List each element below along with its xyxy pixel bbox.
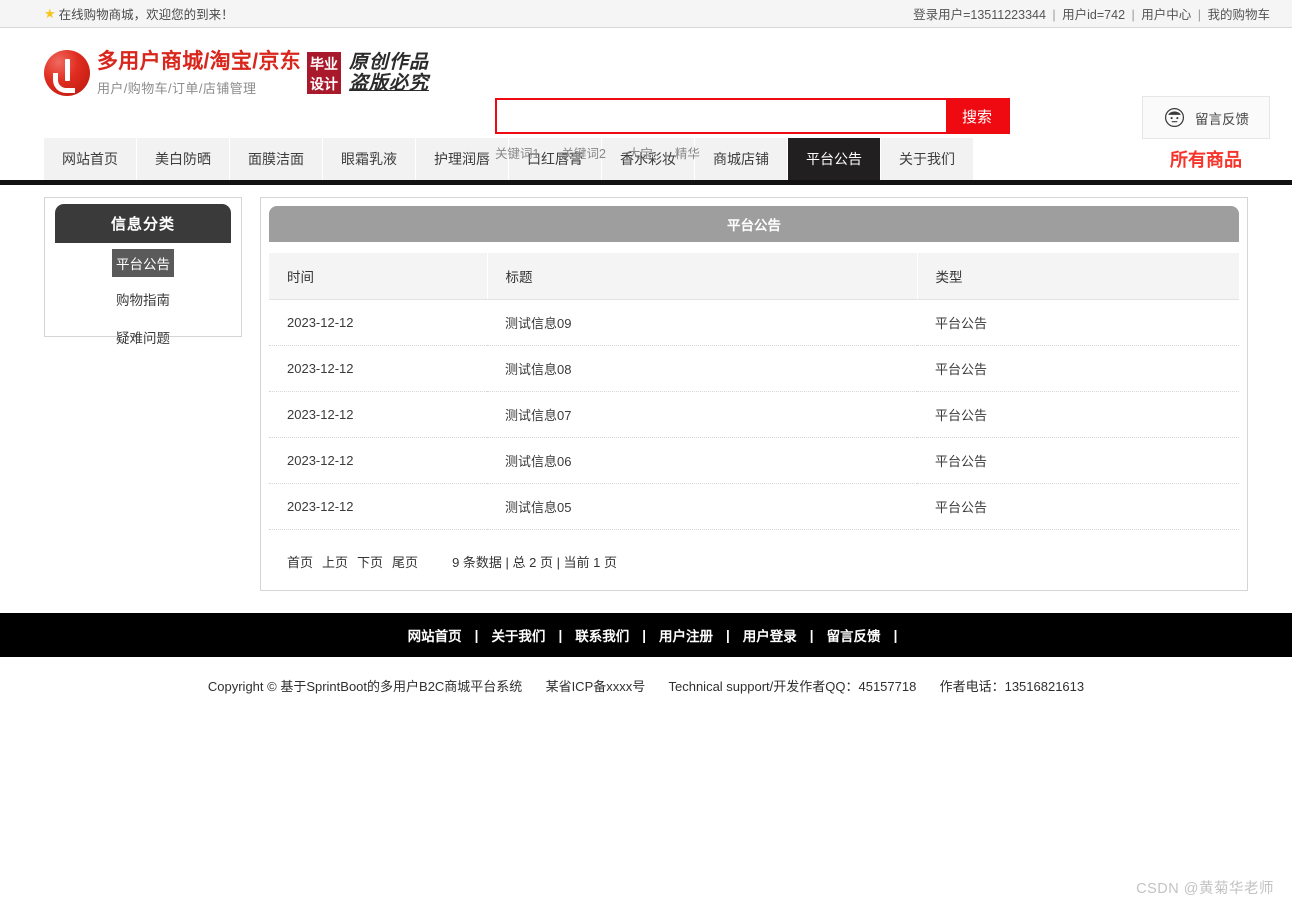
feedback-button[interactable]: 留言反馈 [1142, 96, 1270, 139]
site-header: 多用户商城/淘宝/京东 用户/购物车/订单/店铺管理 毕业 设计 原创作品 盗版… [0, 28, 1292, 161]
table-header-row: 时间 标题 类型 [269, 253, 1239, 300]
cell-type: 平台公告 [917, 437, 1239, 484]
table-row[interactable]: 2023-12-12 测试信息05 平台公告 [269, 483, 1239, 530]
brand-logo-icon [44, 50, 90, 96]
face-icon [1164, 107, 1185, 128]
nav-item-whitening[interactable]: 美白防晒 [137, 138, 230, 180]
hot-keyword-2[interactable]: 关键词2 [561, 143, 605, 162]
sidebar-item-shopping-guide[interactable]: 购物指南 [55, 283, 231, 315]
info-category-sidebar: 信息分类 平台公告 购物指南 疑难问题 [44, 197, 242, 346]
cell-type: 平台公告 [917, 345, 1239, 392]
cell-time: 2023-12-12 [269, 391, 487, 438]
table-row[interactable]: 2023-12-12 测试信息07 平台公告 [269, 391, 1239, 438]
pagination-first[interactable]: 首页 [287, 552, 313, 571]
sidebar-title: 信息分类 [55, 204, 231, 243]
copyright-bar: Copyright © 基于SprintBoot的多用户B2C商城平台系统 某省… [0, 676, 1292, 695]
original-line-1: 原创作品 [348, 52, 429, 73]
brand-subtitle: 用户/购物车/订单/店铺管理 [97, 81, 257, 97]
copyright-text: Copyright © 基于SprintBoot的多用户B2C商城平台系统 [207, 679, 523, 694]
user-id-label: 用户id=742 [1062, 8, 1126, 22]
cell-title[interactable]: 测试信息06 [487, 437, 917, 484]
csdn-watermark: CSDN @黄菊华老师 [1136, 881, 1274, 897]
cell-time: 2023-12-12 [269, 345, 487, 392]
page-content: 信息分类 平台公告 购物指南 疑难问题 平台公告 时间 标题 类型 2023-1… [0, 185, 1292, 591]
footer-link-home[interactable]: 网站首页 [395, 625, 475, 645]
all-products-link[interactable]: 所有商品 [1170, 138, 1248, 180]
hot-keyword-3[interactable]: 大宝 [628, 143, 653, 162]
badge-line-2: 设计 [309, 75, 338, 92]
table-row[interactable]: 2023-12-12 测试信息08 平台公告 [269, 345, 1239, 392]
cell-title[interactable]: 测试信息07 [487, 391, 917, 438]
badge-line-1: 毕业 [309, 55, 338, 72]
announcement-table: 时间 标题 类型 2023-12-12 测试信息09 平台公告 2023-12-… [269, 253, 1239, 530]
cell-type: 平台公告 [917, 299, 1239, 346]
search-area: 搜索 关键词1 关键词2 大宝 精华 [495, 98, 1010, 162]
separator: | [1197, 8, 1201, 22]
pagination-info: 9 条数据 | 总 2 页 | 当前 1 页 [452, 555, 618, 570]
user-center-link[interactable]: 用户中心 [1141, 8, 1191, 22]
graduation-badge: 毕业 设计 [306, 52, 341, 94]
star-icon: ★ [44, 6, 56, 21]
nav-item-home[interactable]: 网站首页 [44, 138, 137, 180]
icp-text: 某省ICP备xxxx号 [545, 679, 646, 694]
cell-type: 平台公告 [917, 391, 1239, 438]
footer-link-register[interactable]: 用户注册 [646, 625, 726, 645]
author-phone-text: 作者电话：13516821613 [939, 679, 1085, 694]
cell-time: 2023-12-12 [269, 299, 487, 346]
my-cart-link[interactable]: 我的购物车 [1207, 8, 1270, 22]
pagination-last[interactable]: 尾页 [392, 552, 418, 571]
search-input[interactable] [497, 100, 946, 132]
footer-link-bar: 网站首页 | 关于我们 | 联系我们 | 用户注册 | 用户登录 | 留言反馈 … [0, 613, 1292, 657]
cell-title[interactable]: 测试信息09 [487, 299, 917, 346]
top-welcome-bar: ★ 在线购物商城，欢迎您的到来！ 登录用户=13511223344 | 用户id… [0, 0, 1292, 28]
cell-time: 2023-12-12 [269, 483, 487, 530]
separator: | [1131, 8, 1135, 22]
sidebar-item-faq[interactable]: 疑难问题 [55, 321, 231, 353]
search-button[interactable]: 搜索 [946, 100, 1008, 132]
support-text: Technical support/开发作者QQ：45157718 [668, 679, 917, 694]
announcement-panel: 平台公告 时间 标题 类型 2023-12-12 测试信息09 平台公告 202… [260, 197, 1248, 591]
column-header-type: 类型 [917, 253, 1239, 300]
footer-link-contact[interactable]: 联系我们 [562, 625, 642, 645]
column-header-title: 标题 [487, 253, 918, 300]
hot-keyword-4[interactable]: 精华 [675, 143, 700, 162]
hot-keywords: 关键词1 关键词2 大宝 精华 [495, 143, 1010, 162]
sidebar-item-announcements[interactable]: 平台公告 [112, 249, 174, 277]
separator: | [893, 627, 898, 643]
hot-keyword-1[interactable]: 关键词1 [495, 143, 539, 162]
pagination-next[interactable]: 下页 [357, 552, 383, 571]
footer-link-about[interactable]: 关于我们 [478, 625, 558, 645]
brand-title: 多用户商城/淘宝/京东 [97, 50, 301, 73]
pagination-prev[interactable]: 上页 [322, 552, 348, 571]
cell-time: 2023-12-12 [269, 437, 487, 484]
feedback-label: 留言反馈 [1195, 111, 1249, 127]
search-box: 搜索 [495, 98, 1010, 134]
separator: | [1052, 8, 1056, 22]
brand-text: 多用户商城/淘宝/京东 用户/购物车/订单/店铺管理 [97, 50, 301, 97]
table-row[interactable]: 2023-12-12 测试信息06 平台公告 [269, 437, 1239, 484]
original-line-2: 盗版必究 [348, 73, 429, 94]
welcome-text: 在线购物商城，欢迎您的到来！ [58, 8, 234, 22]
footer-link-feedback[interactable]: 留言反馈 [814, 625, 894, 645]
account-links: 登录用户=13511223344 | 用户id=742 | 用户中心 | 我的购… [913, 4, 1270, 23]
pagination-links: 首页 上页 下页 尾页 [287, 552, 418, 571]
panel-title: 平台公告 [269, 206, 1239, 242]
cell-type: 平台公告 [917, 483, 1239, 530]
column-header-time: 时间 [269, 253, 488, 300]
pagination: 首页 上页 下页 尾页 9 条数据 | 总 2 页 | 当前 1 页 [269, 552, 1239, 571]
brand-block[interactable]: 多用户商城/淘宝/京东 用户/购物车/订单/店铺管理 [44, 50, 301, 97]
footer-link-login[interactable]: 用户登录 [730, 625, 810, 645]
table-row[interactable]: 2023-12-12 测试信息09 平台公告 [269, 299, 1239, 346]
nav-item-mask-cleanser[interactable]: 面膜洁面 [230, 138, 323, 180]
cell-title[interactable]: 测试信息05 [487, 483, 917, 530]
login-user-label: 登录用户=13511223344 [913, 8, 1046, 22]
welcome-group: ★ 在线购物商城，欢迎您的到来！ [44, 4, 234, 23]
nav-item-eye-cream[interactable]: 眼霜乳液 [323, 138, 416, 180]
cell-title[interactable]: 测试信息08 [487, 345, 917, 392]
original-work-mark: 原创作品 盗版必究 [349, 52, 429, 94]
